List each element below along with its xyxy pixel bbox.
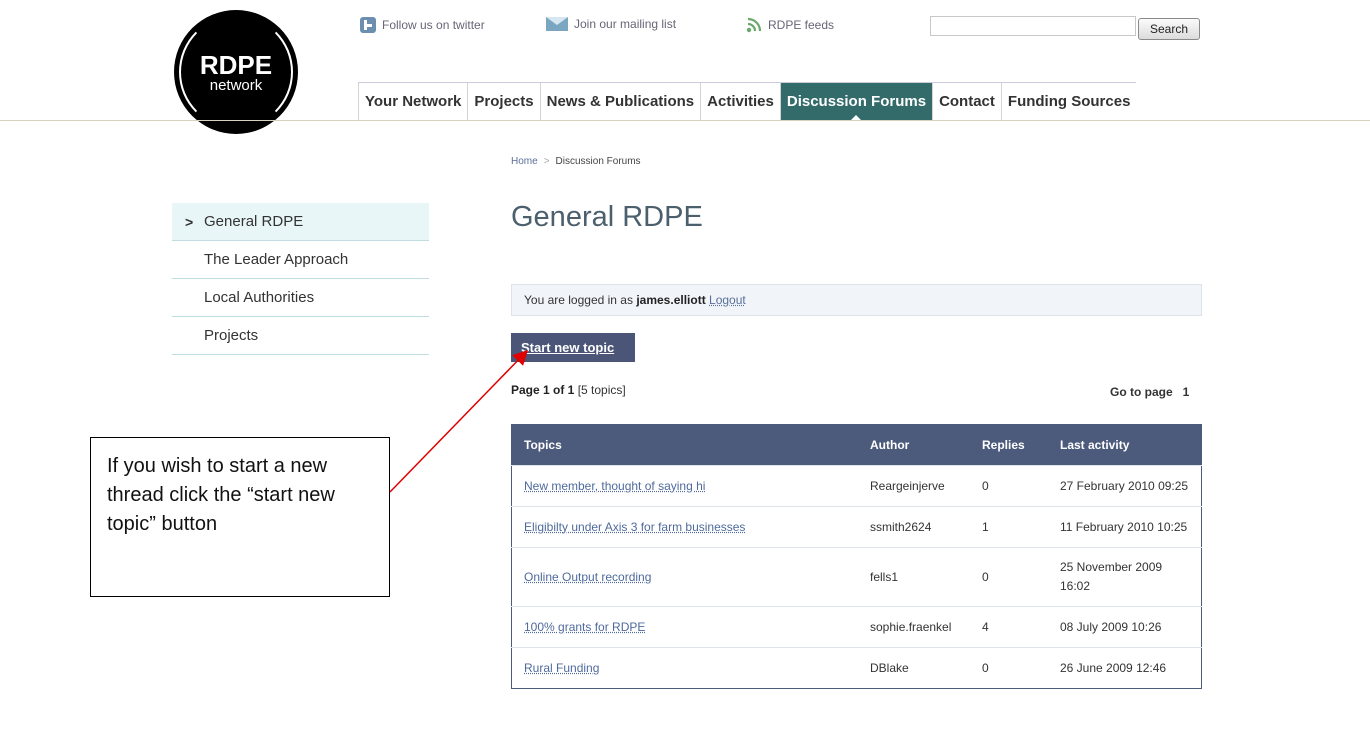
callout-arrow-icon — [389, 349, 529, 493]
